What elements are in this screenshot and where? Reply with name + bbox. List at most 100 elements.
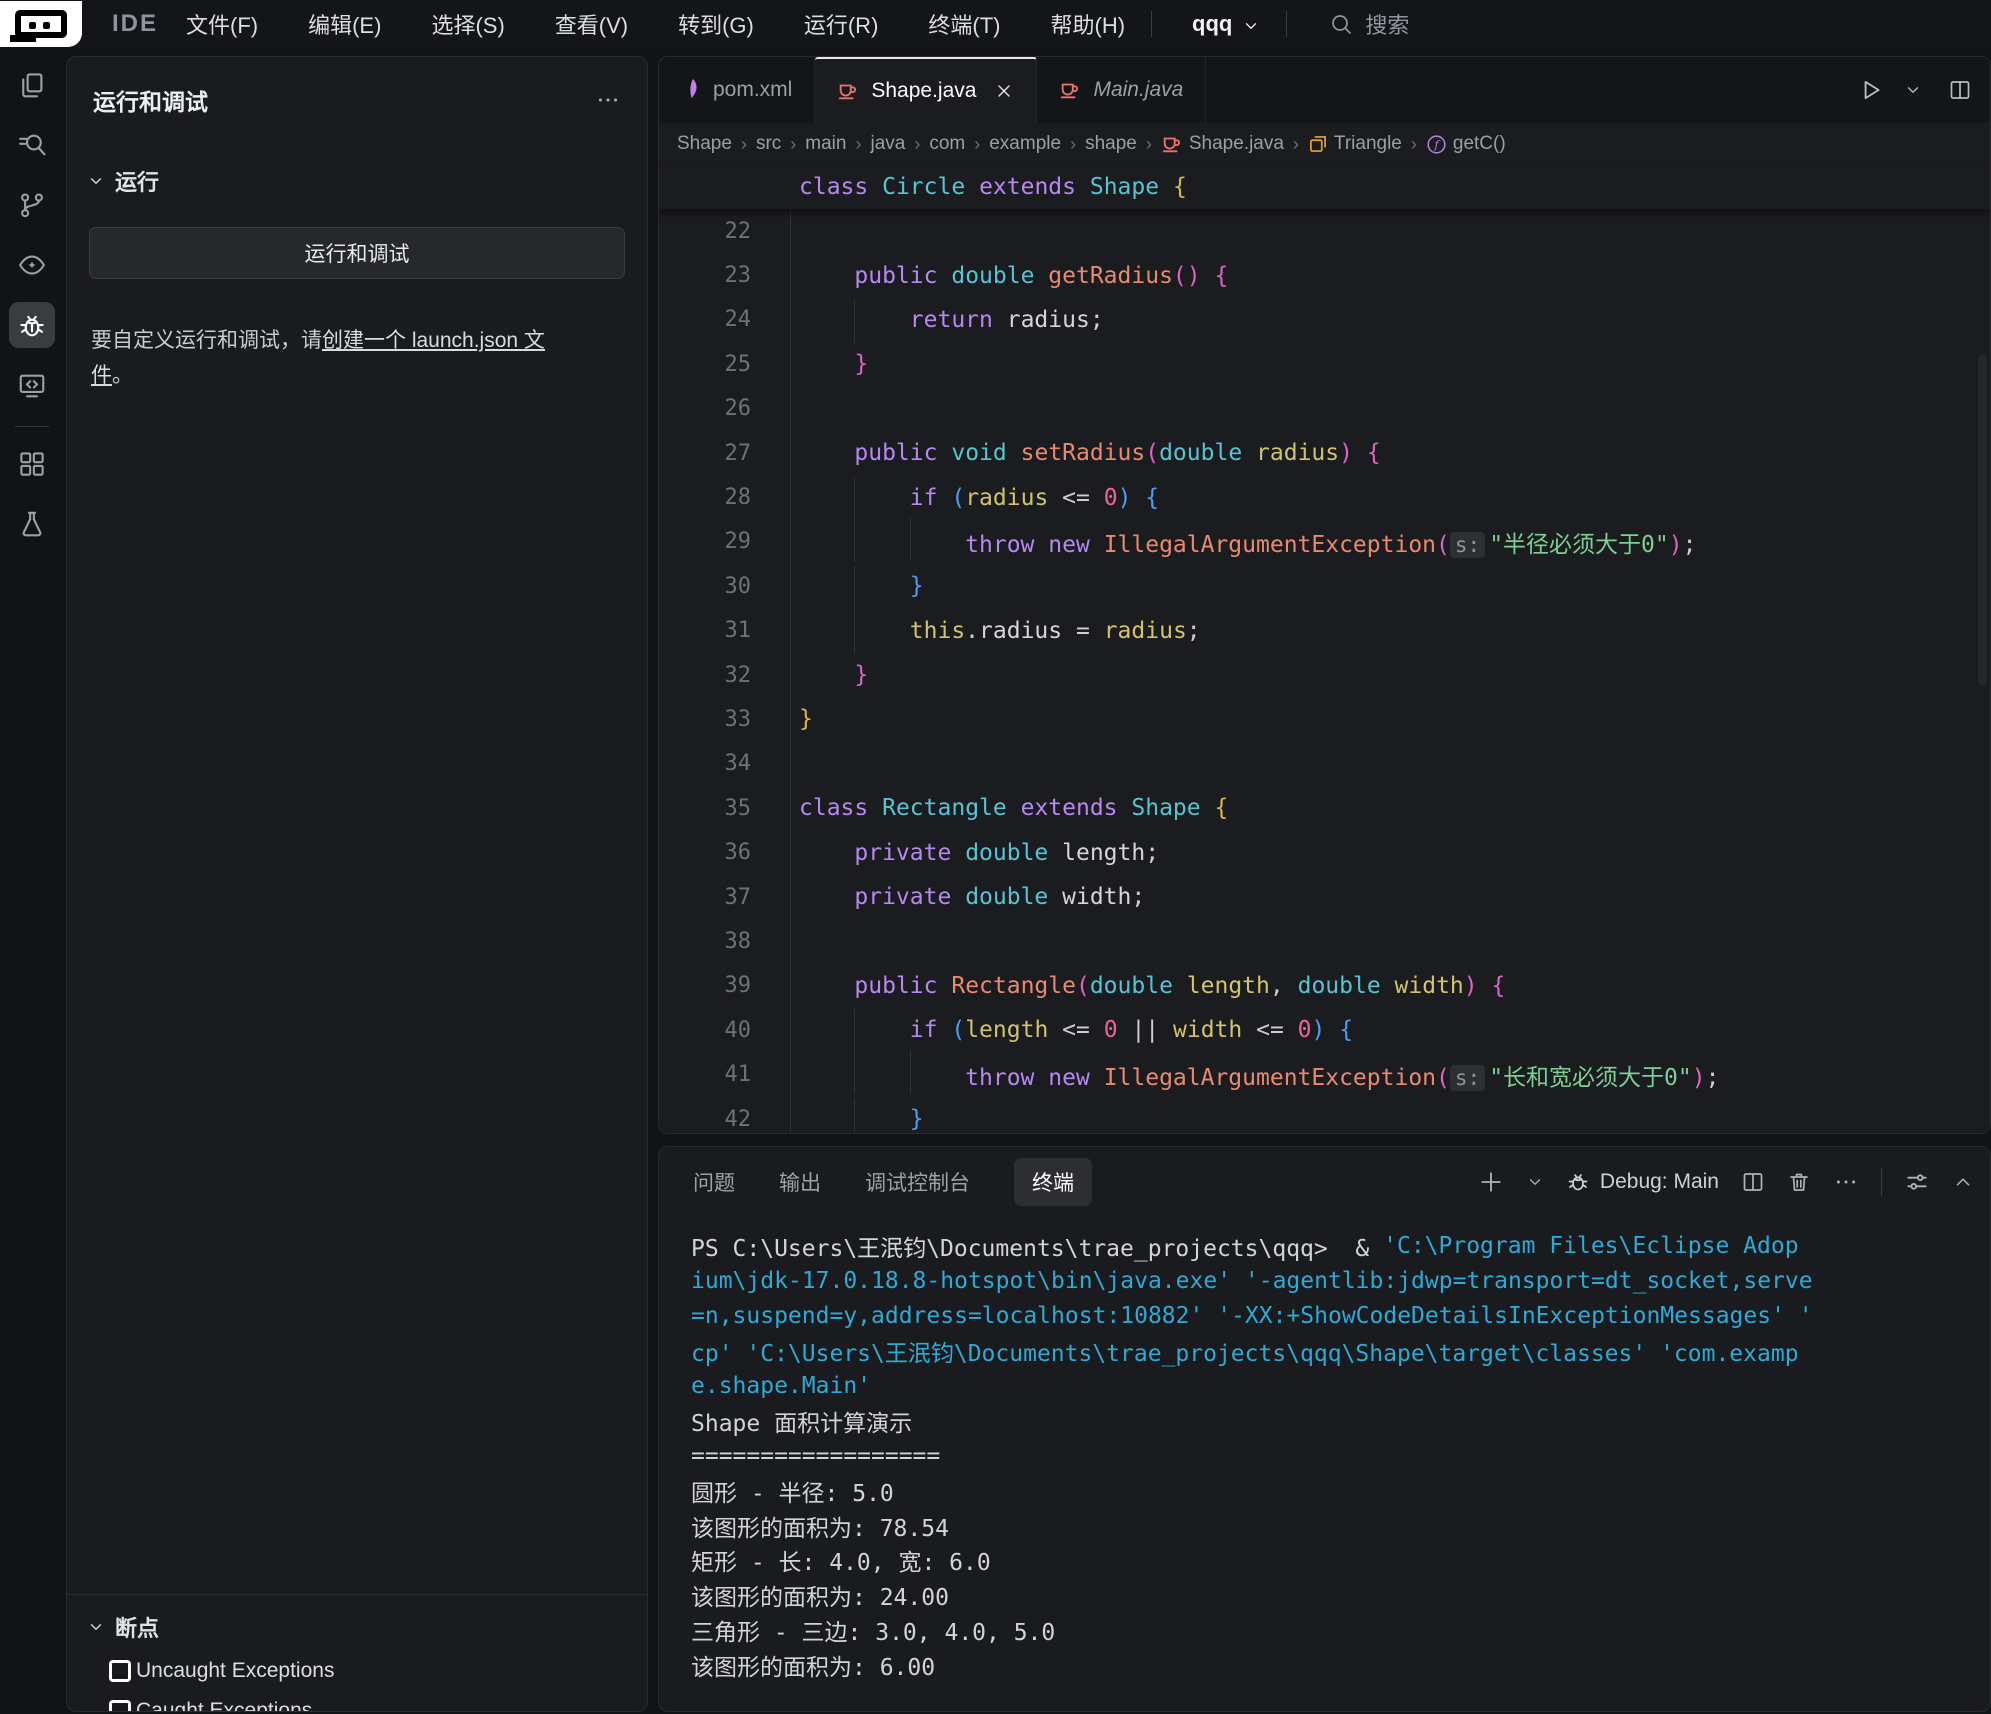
code-token: ) <box>1312 1017 1326 1043</box>
panel-tab-终端[interactable]: 终端 <box>1014 1158 1092 1206</box>
code-token: { <box>1145 485 1159 511</box>
debug-session[interactable]: Debug: Main <box>1566 1170 1719 1194</box>
breakpoint-label: Uncaught Exceptions <box>136 1659 334 1683</box>
code-token: return <box>910 307 993 333</box>
menu-item-6[interactable]: 终端(T) <box>928 8 1000 40</box>
activity-item-files[interactable] <box>9 62 55 108</box>
code-line[interactable]: 34 <box>659 742 1990 786</box>
indent-guide <box>854 299 855 343</box>
project-switcher[interactable]: qqq <box>1192 11 1260 37</box>
new-terminal-button[interactable] <box>1478 1169 1504 1195</box>
code-editor[interactable]: class Circle extends Shape { 2223 public… <box>659 165 1990 1134</box>
breadcrumb-item-shape[interactable]: shape <box>1085 133 1137 155</box>
code-line[interactable]: 42 } <box>659 1097 1990 1134</box>
code-token: length <box>1187 973 1270 999</box>
code-line[interactable]: 31 this.radius = radius; <box>659 609 1990 653</box>
menu-item-7[interactable]: 帮助(H) <box>1051 8 1126 40</box>
activity-item-search[interactable] <box>9 122 55 168</box>
more-actions-icon[interactable] <box>595 87 621 113</box>
more-actions-icon[interactable] <box>1833 1169 1859 1195</box>
checkbox-unchecked[interactable] <box>109 1700 131 1712</box>
editor-tab-Shape.java[interactable]: Shape.java <box>815 57 1037 123</box>
code-line[interactable]: 37 private double width; <box>659 875 1990 919</box>
code-line[interactable]: 30 } <box>659 564 1990 608</box>
maximize-panel-button[interactable] <box>1952 1171 1974 1193</box>
breadcrumb-item-com[interactable]: com <box>929 133 965 155</box>
code-line[interactable]: 27 public void setRadius(double radius) … <box>659 431 1990 475</box>
code-line[interactable]: 40 if (length <= 0 || width <= 0) { <box>659 1008 1990 1052</box>
breadcrumb-item-getC()[interactable]: fgetC() <box>1426 133 1506 155</box>
code-token: private <box>854 840 951 866</box>
checkbox-unchecked[interactable] <box>109 1660 131 1682</box>
menu-item-1[interactable]: 编辑(E) <box>308 8 381 40</box>
activity-item-extensions[interactable] <box>9 441 55 487</box>
java-icon <box>1059 79 1081 101</box>
panel-tab-问题[interactable]: 问题 <box>693 1167 735 1197</box>
code-line[interactable]: 32 } <box>659 653 1990 697</box>
breadcrumb-item-example[interactable]: example <box>989 133 1061 155</box>
run-and-debug-button[interactable]: 运行和调试 <box>89 227 625 279</box>
breakpoints-header[interactable]: 断点 <box>67 1595 647 1643</box>
menu-item-0[interactable]: 文件(F) <box>186 8 258 40</box>
menu-item-4[interactable]: 转到(G) <box>678 8 754 40</box>
panel-tab-调试控制台[interactable]: 调试控制台 <box>865 1167 970 1197</box>
code-line[interactable]: 24 return radius; <box>659 298 1990 342</box>
code-token <box>1201 795 1215 821</box>
code-line[interactable]: 23 public double getRadius() { <box>659 253 1990 297</box>
activity-item-remote-code[interactable] <box>9 362 55 408</box>
menu-item-2[interactable]: 选择(S) <box>431 8 504 40</box>
code-line[interactable]: 33} <box>659 697 1990 741</box>
code-line[interactable]: 28 if (radius <= 0) { <box>659 475 1990 519</box>
chevron-down-icon <box>1242 14 1260 35</box>
terminal-line: 圆形 - 半径: 5.0 <box>691 1473 1990 1508</box>
code-line[interactable]: 29 throw new IllegalArgumentException(s:… <box>659 520 1990 564</box>
breadcrumb-item-src[interactable]: src <box>756 133 781 155</box>
menu-item-3[interactable]: 查看(V) <box>555 8 628 40</box>
code-line[interactable]: 35class Rectangle extends Shape { <box>659 786 1990 830</box>
chevron-down-icon <box>87 1618 105 1636</box>
activity-item-test-flask[interactable] <box>9 501 55 547</box>
code-token: radius <box>979 618 1062 644</box>
split-terminal-button[interactable] <box>1741 1170 1765 1194</box>
code-line[interactable]: 38 <box>659 919 1990 963</box>
code-line[interactable]: 26 <box>659 387 1990 431</box>
indent-guide <box>910 1050 911 1094</box>
editor-tab-pom.xml[interactable]: pom.xml <box>663 57 815 123</box>
global-search[interactable]: 搜索 <box>1329 8 1409 40</box>
chevron-down-icon[interactable] <box>1526 1173 1544 1191</box>
code-token: double <box>951 263 1034 289</box>
chevron-down-icon[interactable] <box>1904 81 1922 99</box>
code-line-content: if (length <= 0 || width <= 0) { <box>751 1017 1990 1043</box>
code-line[interactable]: 36 private double length; <box>659 830 1990 874</box>
code-line[interactable]: 25 } <box>659 342 1990 386</box>
activity-item-source-control[interactable] <box>9 182 55 228</box>
code-line[interactable]: 41 throw new IllegalArgumentException(s:… <box>659 1052 1990 1096</box>
editor-tab-Main.java[interactable]: Main.java <box>1037 57 1206 123</box>
app-logo[interactable] <box>0 1 82 47</box>
kill-terminal-button[interactable] <box>1787 1170 1811 1194</box>
run-file-button[interactable] <box>1858 77 1884 103</box>
sticky-scroll-line[interactable]: class Circle extends Shape { <box>659 165 1990 209</box>
inlay-hint: s: <box>1450 532 1485 558</box>
terminal-settings-icon[interactable] <box>1904 1169 1930 1195</box>
code-token: ( <box>1436 532 1450 558</box>
breadcrumb-item-Shape[interactable]: Shape <box>677 133 732 155</box>
breadcrumb-item-Triangle[interactable]: Triangle <box>1308 133 1402 155</box>
breadcrumb-item-main[interactable]: main <box>805 133 846 155</box>
run-section-header[interactable]: 运行 <box>67 117 647 197</box>
activity-item-debug[interactable] <box>9 302 55 348</box>
close-icon[interactable] <box>994 81 1014 101</box>
code-line[interactable]: 22 <box>659 209 1990 253</box>
breadcrumb-item-Shape.java[interactable]: Shape.java <box>1161 133 1284 155</box>
terminal-text: cp' 'C:\Users\王泯钧\Documents\trae_project… <box>691 1334 1799 1368</box>
activity-item-eye-ai[interactable] <box>9 242 55 288</box>
panel-tab-输出[interactable]: 输出 <box>779 1167 821 1197</box>
breadcrumb-item-java[interactable]: java <box>870 133 905 155</box>
menu-item-5[interactable]: 运行(R) <box>804 8 879 40</box>
split-editor-button[interactable] <box>1948 78 1972 102</box>
files-icon <box>17 70 47 100</box>
code-line[interactable]: 39 public Rectangle(double length, doubl… <box>659 964 1990 1008</box>
terminal-output[interactable]: PS C:\Users\王泯钧\Documents\trae_projects\… <box>659 1217 1990 1683</box>
editor-scrollbar[interactable] <box>1978 355 1987 685</box>
maven-icon <box>685 78 701 102</box>
